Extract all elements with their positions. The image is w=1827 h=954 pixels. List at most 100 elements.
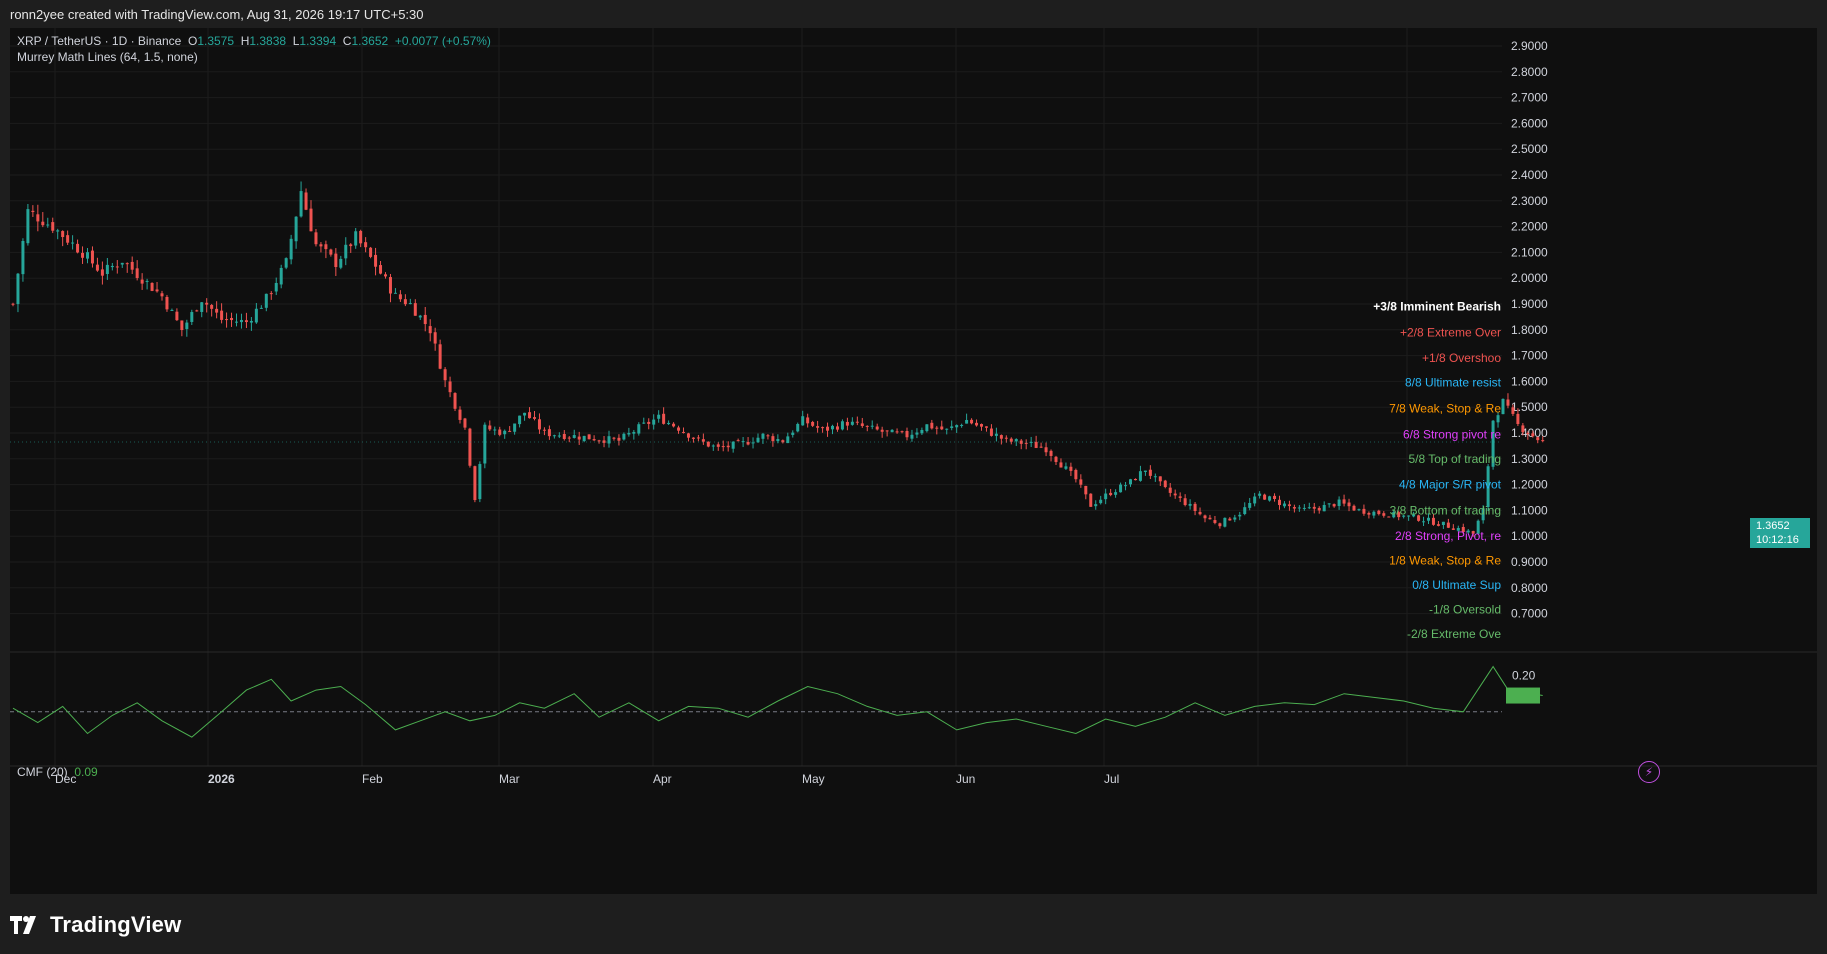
candle-body (617, 437, 621, 441)
candle-body (1188, 503, 1192, 506)
candle-body (980, 424, 983, 427)
candle-body (1158, 476, 1162, 482)
candle-body (95, 264, 99, 271)
x-tick-label: Feb (362, 772, 383, 786)
candle-body (1362, 508, 1366, 514)
candle-body (1034, 441, 1038, 448)
candle-body (682, 431, 685, 433)
indicator-legend[interactable]: Murrey Math Lines (64, 1.5, none) (17, 50, 198, 64)
candle-body (26, 209, 30, 244)
candle-body (1198, 511, 1202, 515)
candle-body (66, 235, 70, 243)
candle-body (403, 299, 407, 305)
candle-body (970, 419, 974, 424)
candle-body (890, 429, 894, 433)
candle-body (235, 321, 238, 323)
y-tick-label: 1.8000 (1511, 323, 1548, 337)
candle-body (1436, 524, 1440, 526)
bar-countdown: 10:12:16 (1756, 534, 1799, 546)
candle-body (1064, 466, 1068, 469)
price-chart[interactable]: 2.9000 2.8000 2.7000 2.6000 2.5000 2.4000 2.30… (10, 28, 1817, 894)
y-tick-label: 2.9000 (1511, 39, 1548, 53)
candle-body (1501, 398, 1505, 415)
candle-body (965, 419, 969, 424)
candle-body (150, 282, 154, 291)
candle-body (503, 430, 507, 435)
candle-body (533, 417, 536, 419)
candle-body (746, 442, 750, 445)
candle-body (314, 232, 318, 245)
candle-body (905, 431, 909, 438)
candle-body (1516, 413, 1520, 424)
candle-body (36, 214, 40, 222)
y-tick-label: 2.0000 (1511, 271, 1548, 285)
candle-body (1431, 517, 1435, 525)
close-value: 1.3652 (351, 34, 389, 48)
candle-body (274, 282, 278, 292)
candle-body (1089, 493, 1093, 507)
murrey-line-label: 7/8 Weak, Stop & Re (1389, 401, 1501, 415)
candle-body (478, 464, 482, 500)
y-tick-label: 2.4000 (1511, 168, 1548, 182)
candle-body (1074, 469, 1078, 480)
candle-body (498, 429, 502, 435)
candle-body (264, 293, 268, 308)
candle-body (90, 250, 94, 264)
chart-credit: ronn2yee created with TradingView.com, A… (10, 7, 424, 22)
candle-body (686, 433, 690, 438)
candle-body (1536, 437, 1540, 441)
open-label: O (187, 34, 198, 48)
candle-body (1173, 493, 1177, 496)
y-tick-label: 0.9000 (1511, 555, 1548, 569)
candle-body (16, 273, 20, 305)
candle-body (547, 429, 551, 437)
candle-body (1377, 510, 1381, 515)
candle-body (458, 409, 462, 420)
candle-body (299, 191, 303, 217)
candle-body (1446, 522, 1450, 528)
candle-body (731, 441, 735, 449)
candle-body (632, 431, 636, 434)
y-tick-label: 1.1000 (1511, 503, 1548, 517)
symbol-legend[interactable]: XRP / TetherUS · 1D · Binance O1.3575 H1… (17, 34, 491, 48)
candle-body (885, 430, 889, 432)
candle-body (592, 439, 596, 441)
candle-body (1168, 487, 1172, 493)
candle-body (975, 422, 979, 426)
candle-body (840, 421, 844, 430)
cmf-legend[interactable]: CMF (20) 0.09 (17, 765, 98, 779)
candle-body (1332, 504, 1336, 507)
candle-body (334, 253, 338, 267)
candle-body (1069, 466, 1073, 471)
candle-body (652, 419, 656, 425)
candle-body (1148, 469, 1152, 476)
y-tick-label: 1.2000 (1511, 478, 1548, 492)
candle-body (1521, 425, 1525, 433)
chart-frame[interactable]: 2.9000 2.8000 2.7000 2.6000 2.5000 2.4000 2.30… (10, 28, 1817, 894)
candle-body (1263, 494, 1267, 500)
candle-body (726, 445, 730, 448)
candle-body (667, 422, 671, 425)
candle-body (1143, 470, 1147, 473)
candle-body (955, 425, 959, 428)
candle-body (662, 413, 666, 424)
candle-body (537, 419, 541, 430)
candle-body (160, 293, 164, 297)
candle-body (1526, 432, 1530, 435)
murrey-line-label: 6/8 Strong pivot re (1403, 427, 1501, 441)
candle-body (1258, 493, 1262, 496)
candle-body (1243, 507, 1247, 515)
last-price-tag: 1.3652 10:12:16 (1750, 518, 1810, 548)
y-tick-label: 2.1000 (1511, 245, 1548, 259)
candle-body (81, 252, 85, 258)
lightning-icon[interactable]: ⚡ (1638, 761, 1660, 783)
candle-body (711, 445, 715, 447)
murrey-line-label: 8/8 Ultimate resist (1405, 376, 1502, 390)
candle-body (677, 427, 681, 431)
tradingview-footer[interactable]: TradingView (10, 905, 181, 945)
candle-body (706, 441, 710, 447)
candle-body (463, 418, 467, 428)
candle-body (567, 437, 571, 439)
candle-body (1506, 399, 1510, 406)
murrey-line-label: 5/8 Top of trading (1408, 452, 1501, 466)
